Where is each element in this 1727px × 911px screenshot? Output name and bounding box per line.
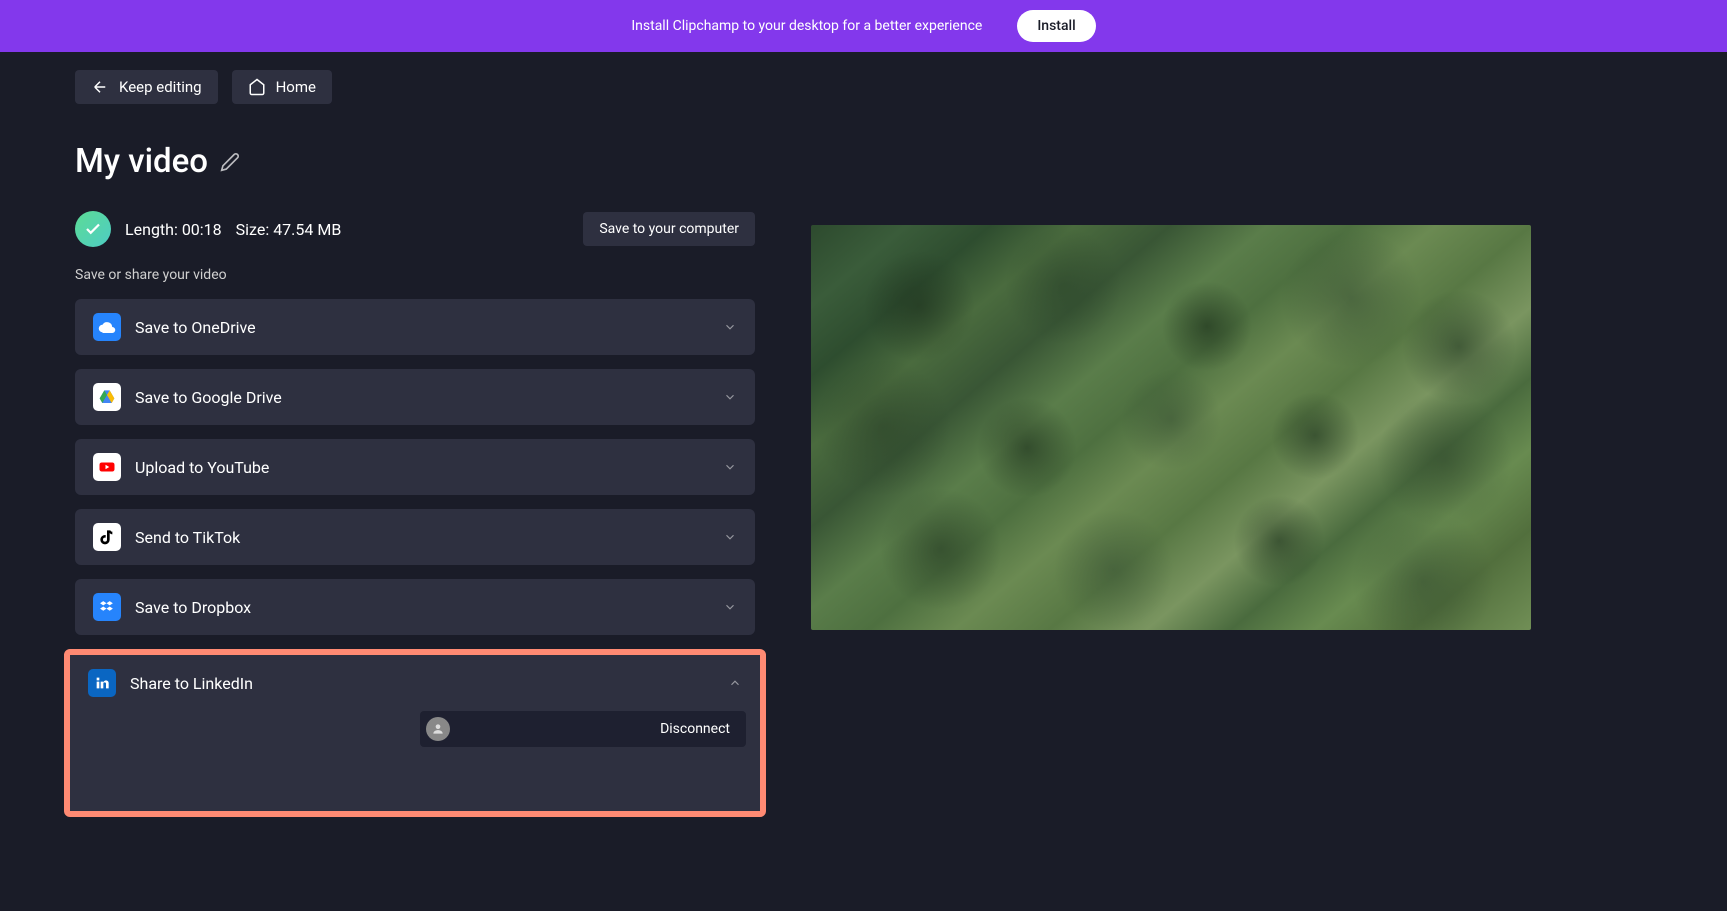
chevron-down-icon bbox=[723, 320, 737, 334]
linkedin-account-row: Disconnect bbox=[420, 711, 746, 747]
linkedin-label: Share to LinkedIn bbox=[130, 674, 253, 693]
chevron-down-icon bbox=[723, 390, 737, 404]
home-button[interactable]: Home bbox=[232, 70, 332, 104]
video-size: Size: 47.54 MB bbox=[236, 220, 342, 239]
share-option-youtube[interactable]: Upload to YouTube bbox=[75, 439, 755, 495]
title-row: My video bbox=[75, 142, 755, 181]
top-nav-buttons: Keep editing Home bbox=[75, 70, 755, 104]
home-label: Home bbox=[276, 78, 316, 96]
onedrive-icon bbox=[93, 313, 121, 341]
video-title: My video bbox=[75, 142, 208, 181]
status-row: Length: 00:18 Size: 47.54 MB Save to you… bbox=[75, 211, 755, 247]
dropbox-icon bbox=[93, 593, 121, 621]
share-section-label: Save or share your video bbox=[75, 267, 755, 283]
youtube-label: Upload to YouTube bbox=[135, 458, 269, 477]
chevron-down-icon bbox=[723, 460, 737, 474]
linkedin-header[interactable]: Share to LinkedIn bbox=[70, 655, 760, 711]
keep-editing-label: Keep editing bbox=[119, 78, 202, 96]
video-length: Length: 00:18 bbox=[125, 220, 222, 239]
status-check-icon bbox=[75, 211, 111, 247]
save-to-computer-button[interactable]: Save to your computer bbox=[583, 212, 755, 246]
youtube-icon bbox=[93, 453, 121, 481]
arrow-left-icon bbox=[91, 78, 109, 96]
edit-icon[interactable] bbox=[220, 152, 240, 172]
account-avatar bbox=[426, 717, 450, 741]
main-container: Keep editing Home My video bbox=[0, 52, 1727, 831]
tiktok-label: Send to TikTok bbox=[135, 528, 240, 547]
install-button[interactable]: Install bbox=[1017, 10, 1095, 42]
share-option-tiktok[interactable]: Send to TikTok bbox=[75, 509, 755, 565]
install-banner: Install Clipchamp to your desktop for a … bbox=[0, 0, 1727, 52]
share-option-dropbox[interactable]: Save to Dropbox bbox=[75, 579, 755, 635]
linkedin-icon bbox=[88, 669, 116, 697]
tiktok-icon bbox=[93, 523, 121, 551]
share-option-onedrive[interactable]: Save to OneDrive bbox=[75, 299, 755, 355]
keep-editing-button[interactable]: Keep editing bbox=[75, 70, 218, 104]
video-preview bbox=[811, 225, 1531, 630]
linkedin-body bbox=[70, 761, 760, 811]
install-banner-text: Install Clipchamp to your desktop for a … bbox=[631, 18, 982, 34]
onedrive-label: Save to OneDrive bbox=[135, 318, 256, 337]
disconnect-button[interactable]: Disconnect bbox=[660, 721, 730, 737]
share-option-gdrive[interactable]: Save to Google Drive bbox=[75, 369, 755, 425]
chevron-down-icon bbox=[723, 600, 737, 614]
left-panel: Keep editing Home My video bbox=[75, 70, 755, 831]
share-option-linkedin-expanded: Share to LinkedIn Disconnect bbox=[64, 649, 766, 817]
gdrive-label: Save to Google Drive bbox=[135, 388, 282, 407]
gdrive-icon bbox=[93, 383, 121, 411]
chevron-up-icon bbox=[728, 676, 742, 690]
dropbox-label: Save to Dropbox bbox=[135, 598, 251, 617]
home-icon bbox=[248, 78, 266, 96]
chevron-down-icon bbox=[723, 530, 737, 544]
